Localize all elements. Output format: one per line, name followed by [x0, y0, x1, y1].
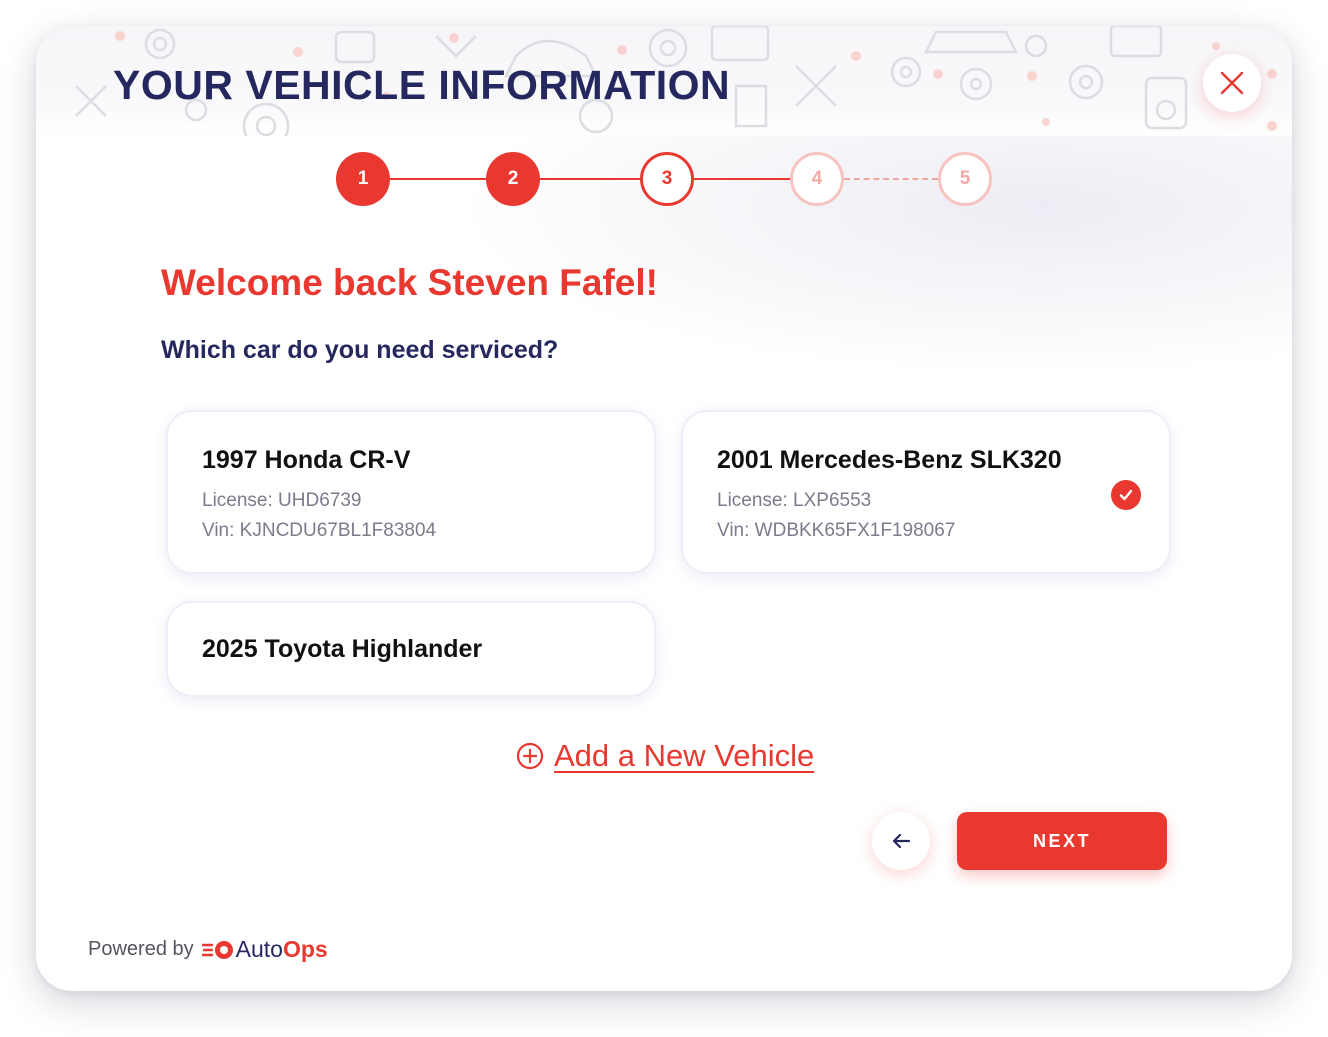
- step-4: 4: [790, 152, 844, 206]
- welcome-heading: Welcome back Steven Fafel!: [161, 262, 658, 303]
- add-vehicle-label: Add a New Vehicle: [554, 738, 815, 773]
- vehicle-vin: Vin: WDBKK65FX1F198067: [717, 520, 956, 541]
- vehicle-name: 2001 Mercedes-Benz SLK320: [717, 446, 1062, 474]
- vehicle-info-modal: YOUR VEHICLE INFORMATION 1 2 3 4 5 Welco…: [36, 26, 1292, 991]
- page-title: YOUR VEHICLE INFORMATION: [113, 62, 731, 108]
- plus-circle-icon: [516, 742, 544, 770]
- autoops-logo-icon: [201, 940, 233, 959]
- powered-by-footer: Powered by Auto Ops: [88, 936, 328, 963]
- vehicle-license: License: UHD6739: [202, 490, 362, 511]
- brand-auto: Auto: [235, 936, 283, 962]
- back-button[interactable]: [872, 812, 930, 870]
- close-icon: [1220, 71, 1244, 95]
- step-5: 5: [938, 152, 992, 206]
- step-2: 2: [486, 152, 540, 206]
- brand-ops: Ops: [282, 936, 328, 962]
- vehicle-vin: Vin: KJNCDU67BL1F83804: [202, 520, 437, 541]
- vehicle-name: 2025 Toyota Highlander: [202, 635, 483, 663]
- stepper-connector: [390, 178, 486, 180]
- vehicle-question: Which car do you need serviced?: [161, 336, 559, 364]
- step-3: 3: [640, 152, 694, 206]
- vehicle-license: License: LXP6553: [717, 490, 872, 511]
- add-vehicle-link[interactable]: Add a New Vehicle: [516, 738, 814, 774]
- powered-by-text: Powered by: [88, 938, 194, 960]
- stepper-connector: [540, 178, 640, 180]
- progress-stepper: 1 2 3 4 5: [336, 152, 992, 206]
- vehicle-card-honda[interactable]: 1997 Honda CR-V License: UHD6739 Vin: KJ…: [166, 410, 656, 574]
- selected-check-icon: [1111, 480, 1141, 510]
- vehicle-card-toyota[interactable]: 2025 Toyota Highlander: [166, 601, 656, 697]
- vehicle-name: 1997 Honda CR-V: [202, 446, 411, 474]
- stepper-connector: [694, 178, 790, 180]
- step-1: 1: [336, 152, 390, 206]
- stepper-connector: [844, 178, 938, 180]
- arrow-left-icon: [892, 833, 911, 849]
- close-button[interactable]: [1203, 54, 1261, 112]
- vehicle-card-mercedes[interactable]: 2001 Mercedes-Benz SLK320 License: LXP65…: [681, 410, 1171, 574]
- next-button[interactable]: NEXT: [957, 812, 1167, 870]
